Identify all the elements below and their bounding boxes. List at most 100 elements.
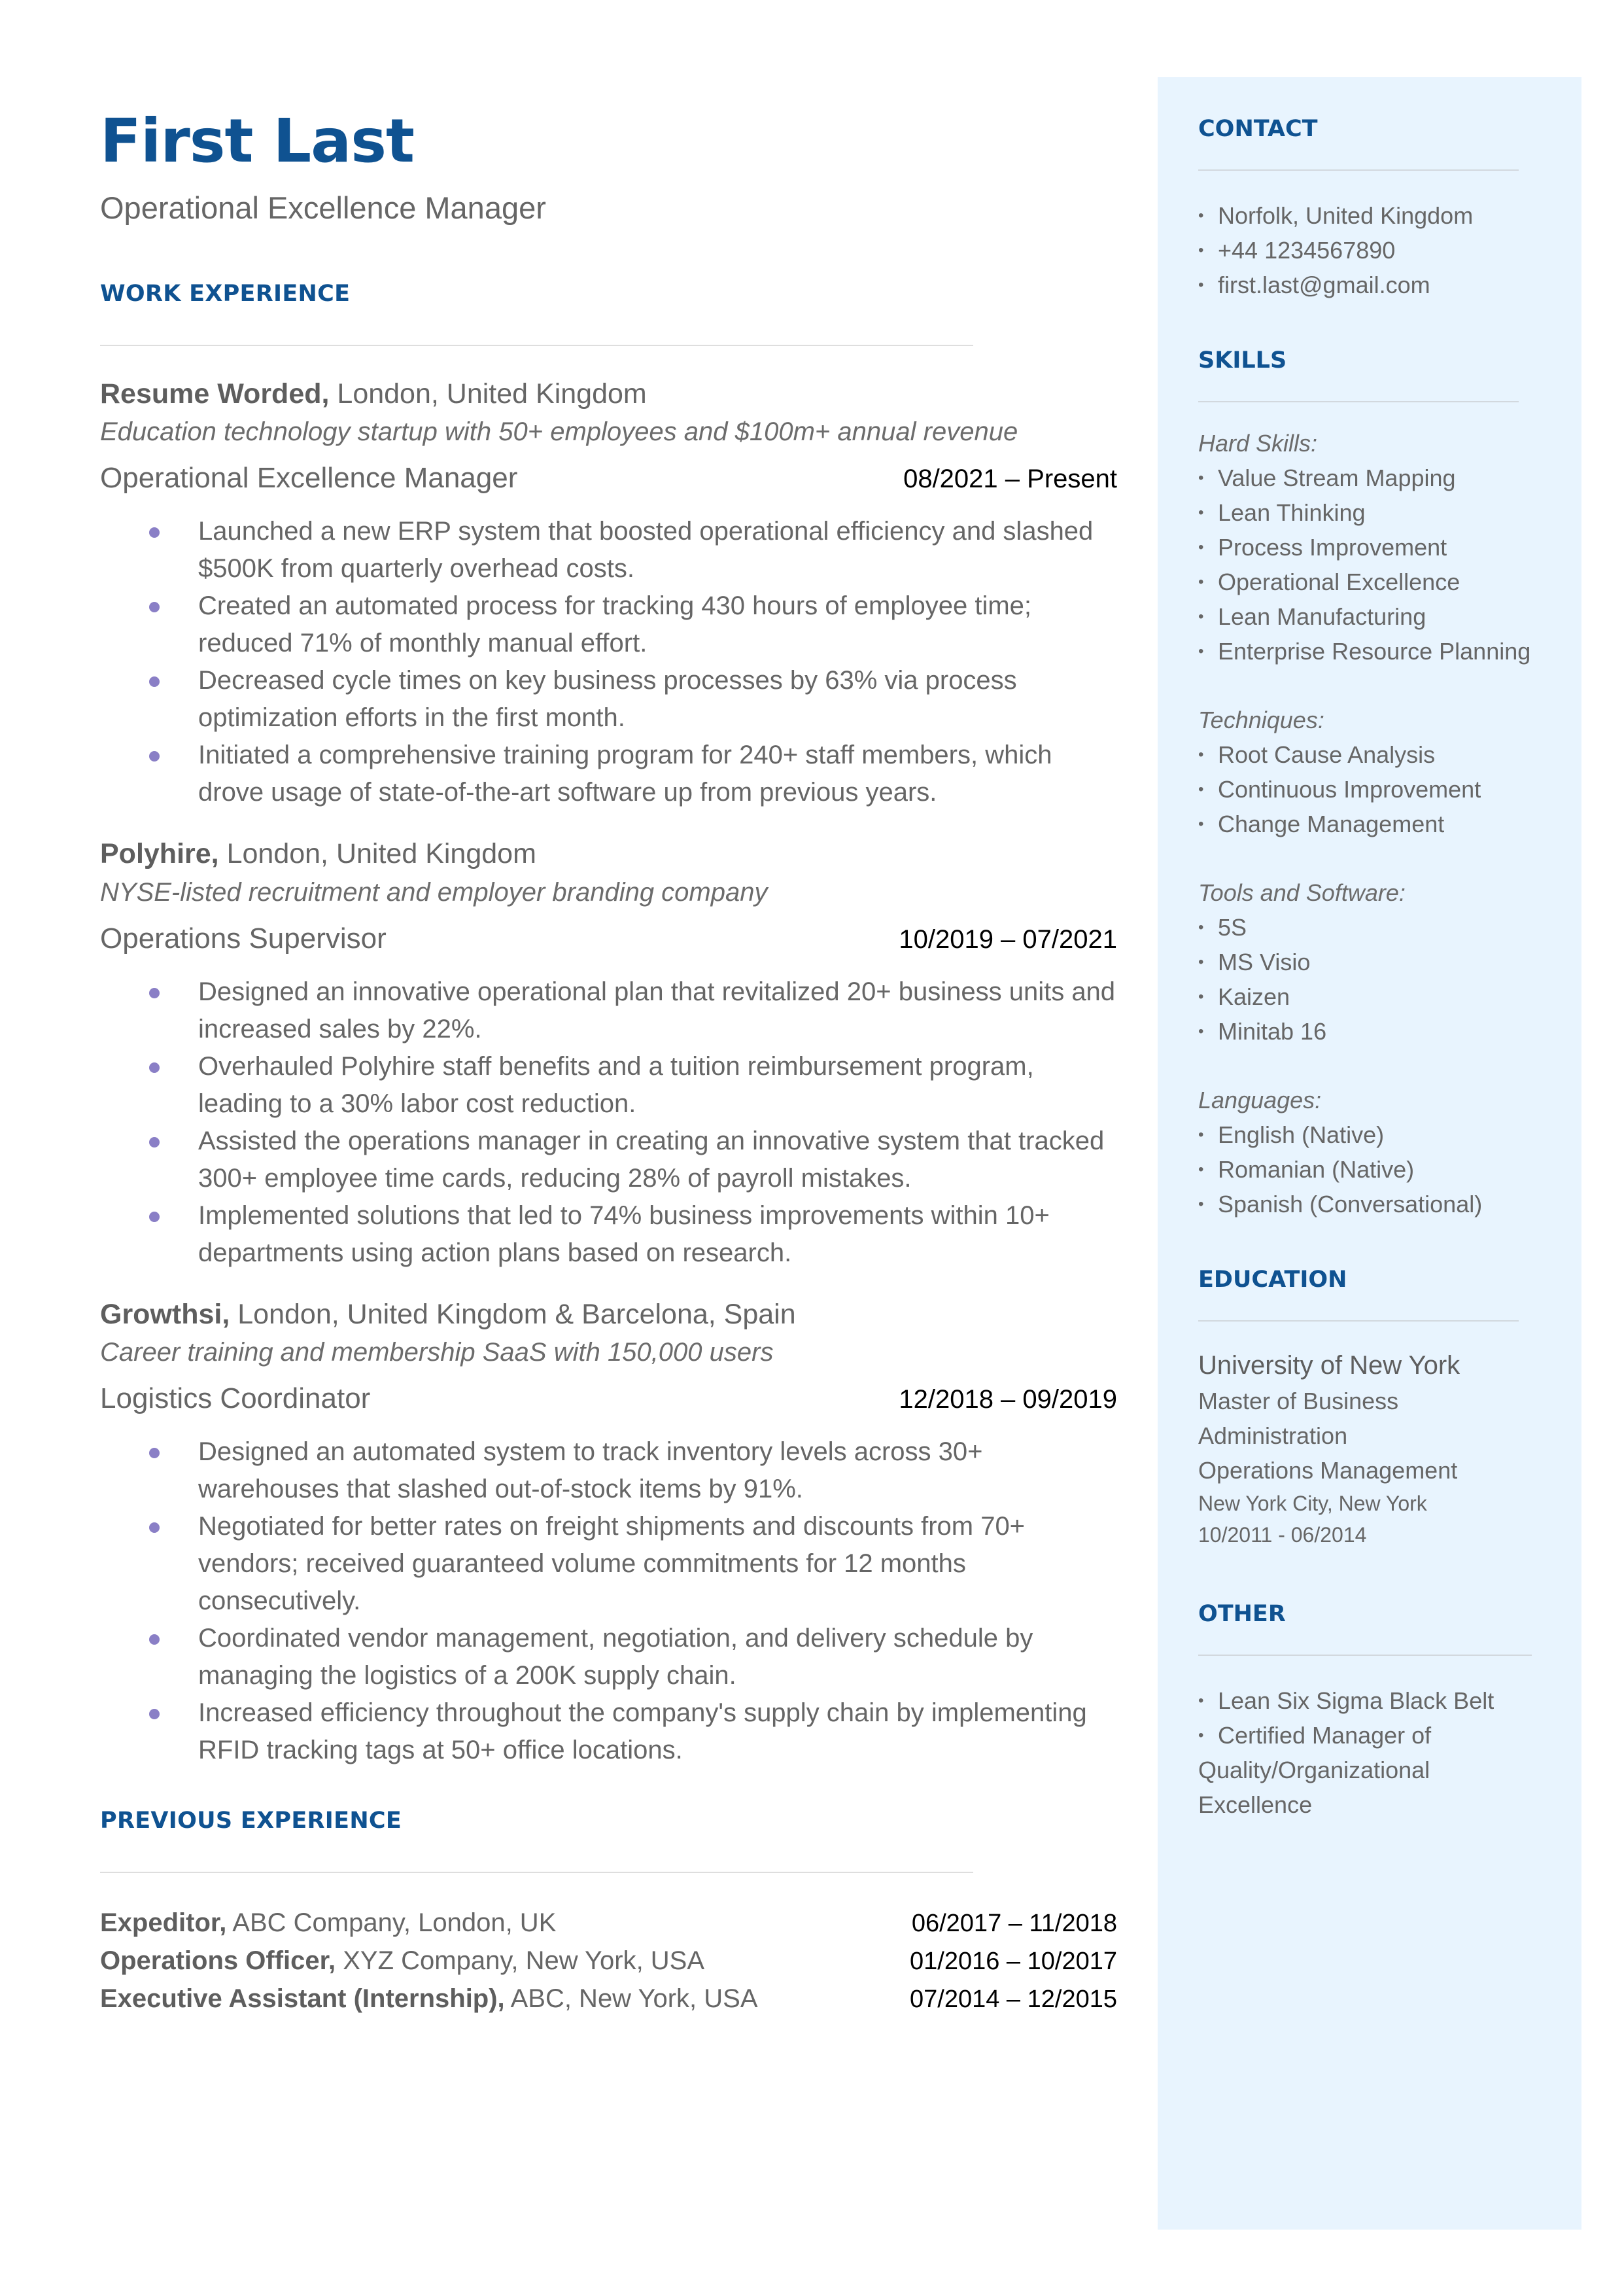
section-divider	[1198, 169, 1519, 171]
section-divider	[1198, 401, 1519, 402]
achievement-list: Designed an innovative operational plan …	[100, 973, 1117, 1272]
section-divider	[1198, 1655, 1532, 1656]
skill-item: Lean Thinking	[1198, 495, 1581, 530]
achievement-item: Overhauled Polyhire staff benefits and a…	[149, 1048, 1117, 1123]
job-entry: Growthsi, London, United Kingdom & Barce…	[100, 1298, 1117, 1770]
previous-job-org: XYZ Company, New York, USA	[336, 1946, 705, 1976]
previous-experience-heading: PREVIOUS EXPERIENCE	[100, 1808, 402, 1834]
main-column: First Last Operational Excellence Manage…	[100, 111, 1117, 2018]
skill-item: Value Stream Mapping	[1198, 461, 1581, 495]
skills-heading: SKILLS	[1198, 347, 1287, 374]
skill-group-tools: Tools and Software: 5S MS Visio Kaizen M…	[1198, 875, 1581, 1049]
previous-job-info: Executive Assistant (Internship), ABC, N…	[100, 1980, 758, 2018]
previous-job-row: Executive Assistant (Internship), ABC, N…	[100, 1980, 1117, 2018]
skill-item: MS Visio	[1198, 945, 1581, 979]
previous-job-row: Expeditor, ABC Company, London, UK 06/20…	[100, 1904, 1117, 1942]
skill-item: Change Management	[1198, 807, 1581, 841]
job-entry: Resume Worded, London, United Kingdom Ed…	[100, 377, 1117, 812]
skill-item: English (Native)	[1198, 1117, 1581, 1152]
company-name: Growthsi,	[100, 1298, 230, 1330]
skill-list: Value Stream Mapping Lean Thinking Proce…	[1198, 461, 1581, 669]
job-role: Operational Excellence Manager	[100, 462, 518, 495]
other-item: Lean Six Sigma Black Belt	[1198, 1683, 1581, 1718]
previous-job-dates: 07/2014 – 12/2015	[910, 1986, 1117, 2014]
skill-item: Enterprise Resource Planning	[1198, 634, 1581, 669]
skill-group-label: Tools and Software:	[1198, 879, 1406, 906]
skill-group-label: Techniques:	[1198, 707, 1324, 733]
achievement-list: Designed an automated system to track in…	[100, 1433, 1117, 1769]
skill-group-techniques: Techniques: Root Cause Analysis Continuo…	[1198, 703, 1581, 841]
skill-group-hard-skills: Hard Skills: Value Stream Mapping Lean T…	[1198, 426, 1581, 669]
achievement-item: Initiated a comprehensive training progr…	[149, 737, 1117, 811]
skill-item: Process Improvement	[1198, 530, 1581, 565]
other-item-continuation: Quality/Organizational	[1198, 1757, 1430, 1783]
skill-item: Operational Excellence	[1198, 565, 1581, 599]
candidate-name: First Last	[100, 106, 415, 176]
sidebar: CONTACT Norfolk, United Kingdom +44 1234…	[1158, 77, 1581, 2230]
company-location: London, United Kingdom & Barcelona, Spai…	[230, 1298, 796, 1330]
contact-location: Norfolk, United Kingdom	[1198, 198, 1581, 233]
previous-job-info: Expeditor, ABC Company, London, UK	[100, 1904, 556, 1942]
company-line: Resume Worded, London, United Kingdom	[100, 377, 1117, 412]
previous-job-org: ABC Company, London, UK	[226, 1908, 557, 1938]
previous-job-org: ABC, New York, USA	[504, 1984, 758, 2014]
previous-job-title: Executive Assistant (Internship),	[100, 1984, 505, 2014]
company-name: Polyhire,	[100, 838, 219, 870]
company-description: Career training and membership SaaS with…	[100, 1338, 774, 1367]
skill-item: Romanian (Native)	[1198, 1152, 1581, 1187]
skill-list: Root Cause Analysis Continuous Improveme…	[1198, 737, 1581, 841]
contact-heading: CONTACT	[1198, 116, 1318, 142]
skill-item: Lean Manufacturing	[1198, 599, 1581, 634]
other-item: Certified Manager of	[1198, 1718, 1581, 1753]
education-location: New York City, New York	[1198, 1492, 1427, 1515]
contact-list: Norfolk, United Kingdom +44 1234567890 f…	[1198, 198, 1581, 302]
achievement-item: Increased efficiency throughout the comp…	[149, 1694, 1117, 1769]
achievement-list: Launched a new ERP system that boosted o…	[100, 513, 1117, 811]
role-row: Operational Excellence Manager 08/2021 –…	[100, 462, 1117, 495]
section-divider	[100, 1872, 973, 1874]
job-dates: 10/2019 – 07/2021	[899, 924, 1117, 954]
contact-email[interactable]: first.last@gmail.com	[1198, 268, 1581, 302]
job-role: Logistics Coordinator	[100, 1382, 371, 1415]
skill-item: Root Cause Analysis	[1198, 737, 1581, 772]
education-field: Operations Management	[1198, 1457, 1458, 1484]
previous-job-row: Operations Officer, XYZ Company, New Yor…	[100, 1942, 1117, 1980]
skill-item: Continuous Improvement	[1198, 772, 1581, 807]
previous-experience-list: Expeditor, ABC Company, London, UK 06/20…	[100, 1904, 1117, 2018]
other-heading: OTHER	[1198, 1601, 1286, 1627]
achievement-item: Negotiated for better rates on freight s…	[149, 1508, 1117, 1620]
previous-job-info: Operations Officer, XYZ Company, New Yor…	[100, 1942, 704, 1980]
achievement-item: Implemented solutions that led to 74% bu…	[149, 1197, 1117, 1272]
education-dates: 10/2011 - 06/2014	[1198, 1523, 1367, 1547]
job-entry: Polyhire, London, United Kingdom NYSE-li…	[100, 837, 1117, 1272]
achievement-item: Designed an innovative operational plan …	[149, 973, 1117, 1048]
skill-group-languages: Languages: English (Native) Romanian (Na…	[1198, 1083, 1581, 1221]
education-degree-cont: Administration	[1198, 1422, 1348, 1449]
achievement-item: Assisted the operations manager in creat…	[149, 1123, 1117, 1197]
education-school: University of New York	[1198, 1351, 1460, 1380]
section-divider	[100, 344, 973, 346]
role-row: Logistics Coordinator 12/2018 – 09/2019	[100, 1382, 1117, 1415]
skill-list: 5S MS Visio Kaizen Minitab 16	[1198, 910, 1581, 1049]
previous-job-dates: 01/2016 – 10/2017	[910, 1948, 1117, 1976]
work-experience-heading: WORK EXPERIENCE	[100, 280, 351, 307]
achievement-item: Decreased cycle times on key business pr…	[149, 662, 1117, 737]
education-heading: EDUCATION	[1198, 1267, 1347, 1293]
previous-job-title: Operations Officer,	[100, 1946, 336, 1976]
other-list: Lean Six Sigma Black Belt Certified Mana…	[1198, 1683, 1581, 1753]
job-role: Operations Supervisor	[100, 922, 387, 955]
section-divider	[1198, 1320, 1519, 1322]
role-row: Operations Supervisor 10/2019 – 07/2021	[100, 922, 1117, 955]
achievement-item: Designed an automated system to track in…	[149, 1433, 1117, 1508]
skill-item: Spanish (Conversational)	[1198, 1187, 1581, 1221]
contact-phone[interactable]: +44 1234567890	[1198, 233, 1581, 268]
company-name: Resume Worded,	[100, 377, 330, 410]
achievement-item: Coordinated vendor management, negotiati…	[149, 1620, 1117, 1694]
skills-block: Hard Skills: Value Stream Mapping Lean T…	[1198, 426, 1581, 1221]
skill-group-label: Hard Skills:	[1198, 430, 1318, 457]
education-degree: Master of Business	[1198, 1388, 1399, 1414]
candidate-title: Operational Excellence Manager	[100, 190, 546, 225]
other-item-continuation: Excellence	[1198, 1791, 1313, 1818]
job-dates: 12/2018 – 09/2019	[899, 1385, 1117, 1414]
previous-job-dates: 06/2017 – 11/2018	[911, 1910, 1117, 1938]
